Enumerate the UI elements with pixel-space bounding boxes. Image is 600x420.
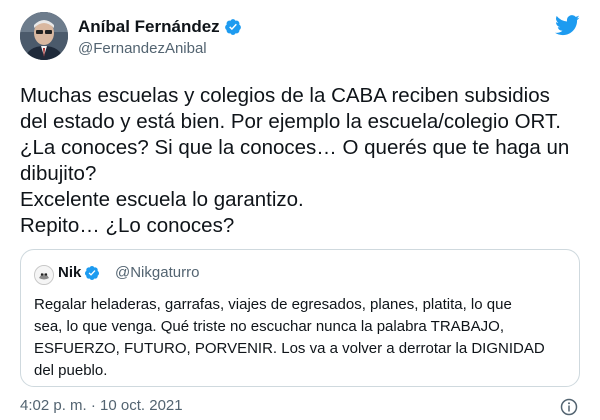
tweet-line: del estado y está bien. Por ejemplo la e… [20, 110, 561, 133]
tweet-line: Muchas escuelas y colegios de la CABA re… [20, 84, 550, 107]
quoted-author-name-text[interactable]: Nik [58, 264, 81, 281]
tweet-line: Repito… ¿Lo conoces? [20, 214, 235, 237]
tweet-body: Muchas escuelas y colegios de la CABA re… [20, 83, 588, 239]
quoted-tweet-card[interactable]: Nik @Nikgaturro Regalar heladeras, garra… [20, 249, 580, 387]
quoted-tweet-body: Regalar heladeras, garrafas, viajes de e… [34, 294, 574, 382]
quoted-tweet-line: sea, lo que venga. Qué triste no escucha… [34, 318, 504, 335]
author-avatar[interactable] [20, 12, 68, 60]
author-handle[interactable]: @FernandezAnibal [78, 40, 207, 57]
verified-badge-icon [224, 19, 241, 35]
tweet-line: ¿La conoces? Si que la conoces… O querés… [20, 136, 570, 159]
twitter-bird-icon [555, 15, 580, 36]
tweet-line: dibujito? [20, 162, 97, 185]
tweet-line: Excelente escuela lo garantizo. [20, 188, 304, 211]
quoted-tweet-line: Regalar heladeras, garrafas, viajes de e… [34, 296, 512, 313]
quoted-author-handle[interactable]: @Nikgaturro [115, 264, 199, 281]
quoted-author-avatar[interactable] [34, 265, 54, 285]
quoted-tweet-line: ESFUERZO, FUTURO, PORVENIR. Los va a vol… [34, 340, 545, 357]
author-display-name[interactable]: Aníbal Fernández [78, 17, 242, 37]
info-icon[interactable] [560, 398, 578, 416]
quoted-author-display-name[interactable]: Nik [58, 264, 100, 281]
tweet-timestamp[interactable]: 4:02 p. m. · 10 oct. 2021 [20, 397, 183, 414]
verified-badge-icon [85, 265, 100, 280]
author-name-text[interactable]: Aníbal Fernández [78, 17, 220, 37]
quoted-tweet-line: del pueblo. [34, 362, 108, 379]
